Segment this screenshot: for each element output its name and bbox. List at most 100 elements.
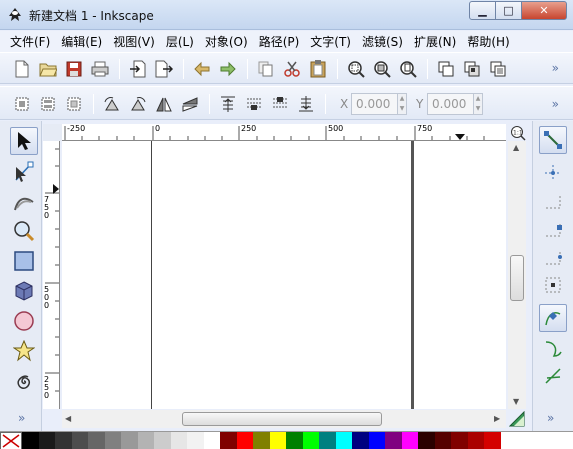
color-swatch[interactable] (220, 432, 237, 449)
color-swatch[interactable] (104, 432, 121, 449)
color-swatch[interactable] (434, 432, 451, 449)
menu-layer[interactable]: 层(L) (166, 33, 194, 50)
menu-text[interactable]: 文字(T) (310, 33, 351, 50)
rotate-cw-icon[interactable] (128, 94, 148, 114)
horizontal-scroll-thumb[interactable] (182, 412, 382, 426)
paste-icon[interactable] (308, 59, 328, 79)
x-stepper[interactable]: ▲ ▼ (397, 93, 407, 115)
minimize-button[interactable]: ▁ (469, 1, 496, 20)
3d-box-tool-icon[interactable] (10, 277, 38, 305)
scroll-left-arrow-icon[interactable]: ◀ (65, 414, 71, 423)
color-swatch[interactable] (170, 432, 187, 449)
import-icon[interactable] (128, 59, 148, 79)
color-swatch[interactable] (352, 432, 369, 449)
zoom-1-1-icon[interactable]: 1:1 (507, 124, 529, 142)
scroll-right-arrow-icon[interactable]: ▶ (494, 414, 500, 423)
color-swatch[interactable] (335, 432, 352, 449)
node-tool-icon[interactable] (10, 158, 38, 186)
select-all-layers-icon[interactable] (38, 94, 58, 114)
menu-extensions[interactable]: 扩展(N) (414, 33, 456, 50)
snap-bbox-center-icon[interactable] (539, 271, 567, 299)
color-swatch[interactable] (154, 432, 171, 449)
ellipse-tool-icon[interactable] (10, 307, 38, 335)
color-swatch[interactable] (286, 432, 303, 449)
menu-file[interactable]: 文件(F) (10, 33, 50, 50)
copy-icon[interactable] (256, 59, 276, 79)
zoom-drawing-icon[interactable] (372, 59, 392, 79)
color-swatch[interactable] (55, 432, 72, 449)
clone-icon[interactable] (462, 59, 482, 79)
menu-view[interactable]: 视图(V) (113, 33, 155, 50)
scroll-down-arrow-icon[interactable]: ▼ (513, 397, 519, 406)
color-swatch[interactable] (451, 432, 468, 449)
y-stepper[interactable]: ▲ ▼ (473, 93, 483, 115)
snap-bar-overflow-button[interactable]: » (547, 411, 554, 425)
close-button[interactable]: ✕ (521, 1, 567, 20)
color-swatch[interactable] (236, 432, 253, 449)
lower-to-bottom-icon[interactable] (296, 94, 316, 114)
x-coordinate-input[interactable] (351, 93, 403, 115)
snap-toggle-icon[interactable] (539, 126, 567, 154)
tool-controls-overflow-button[interactable]: » (552, 97, 559, 111)
snap-bbox-corner-icon[interactable] (539, 215, 567, 243)
flip-horizontal-icon[interactable] (154, 94, 174, 114)
horizontal-scrollbar[interactable]: ◀ ▶ (62, 410, 506, 428)
zoom-tool-icon[interactable] (10, 217, 38, 245)
rotate-ccw-icon[interactable] (102, 94, 122, 114)
color-swatch[interactable] (253, 432, 270, 449)
vertical-scroll-thumb[interactable] (510, 255, 524, 301)
flip-vertical-icon[interactable] (180, 94, 200, 114)
select-all-icon[interactable] (12, 94, 32, 114)
snap-bbox-edge-icon[interactable] (539, 187, 567, 215)
snap-nodes-icon[interactable] (539, 304, 567, 332)
commands-overflow-button[interactable]: » (552, 61, 559, 75)
color-swatch[interactable] (203, 432, 220, 449)
raise-icon[interactable] (244, 94, 264, 114)
maximize-button[interactable]: □ (495, 1, 522, 20)
menu-path[interactable]: 路径(P) (259, 33, 300, 50)
menu-filters[interactable]: 滤镜(S) (362, 33, 403, 50)
color-swatch[interactable] (137, 432, 154, 449)
color-swatch[interactable] (484, 432, 501, 449)
color-swatch[interactable] (319, 432, 336, 449)
cut-icon[interactable] (282, 59, 302, 79)
new-document-icon[interactable] (12, 59, 32, 79)
color-swatch[interactable] (38, 432, 55, 449)
snap-intersections-icon[interactable] (539, 362, 567, 390)
unlink-clone-icon[interactable] (488, 59, 508, 79)
snap-bbox-icon[interactable] (539, 159, 567, 187)
snap-paths-icon[interactable] (539, 334, 567, 362)
zoom-page-icon[interactable] (398, 59, 418, 79)
selector-tool-icon[interactable] (10, 127, 38, 155)
deselect-icon[interactable] (64, 94, 84, 114)
scroll-up-arrow-icon[interactable]: ▲ (513, 143, 519, 152)
color-swatch[interactable] (418, 432, 435, 449)
color-swatch[interactable] (368, 432, 385, 449)
open-icon[interactable] (38, 59, 58, 79)
spiral-tool-icon[interactable] (10, 367, 38, 395)
color-manage-icon[interactable] (508, 410, 525, 427)
color-swatch[interactable] (269, 432, 286, 449)
no-paint-swatch[interactable] (0, 432, 22, 449)
y-coordinate-input[interactable] (427, 93, 479, 115)
redo-icon[interactable] (218, 59, 238, 79)
undo-icon[interactable] (192, 59, 212, 79)
lower-icon[interactable] (270, 94, 290, 114)
export-icon[interactable] (154, 59, 174, 79)
raise-to-top-icon[interactable] (218, 94, 238, 114)
color-swatch[interactable] (385, 432, 402, 449)
save-icon[interactable] (64, 59, 84, 79)
color-swatch[interactable] (121, 432, 138, 449)
star-tool-icon[interactable] (10, 337, 38, 365)
color-swatch[interactable] (187, 432, 204, 449)
vertical-scrollbar[interactable]: ▲ ▼ (508, 141, 526, 409)
rectangle-tool-icon[interactable] (10, 247, 38, 275)
color-swatch[interactable] (22, 432, 39, 449)
zoom-selection-icon[interactable] (346, 59, 366, 79)
snap-bbox-midpoint-icon[interactable] (539, 243, 567, 271)
color-swatch[interactable] (401, 432, 418, 449)
color-swatch[interactable] (71, 432, 88, 449)
toolbox-overflow-button[interactable]: » (18, 411, 25, 425)
print-icon[interactable] (90, 59, 110, 79)
color-swatch[interactable] (302, 432, 319, 449)
